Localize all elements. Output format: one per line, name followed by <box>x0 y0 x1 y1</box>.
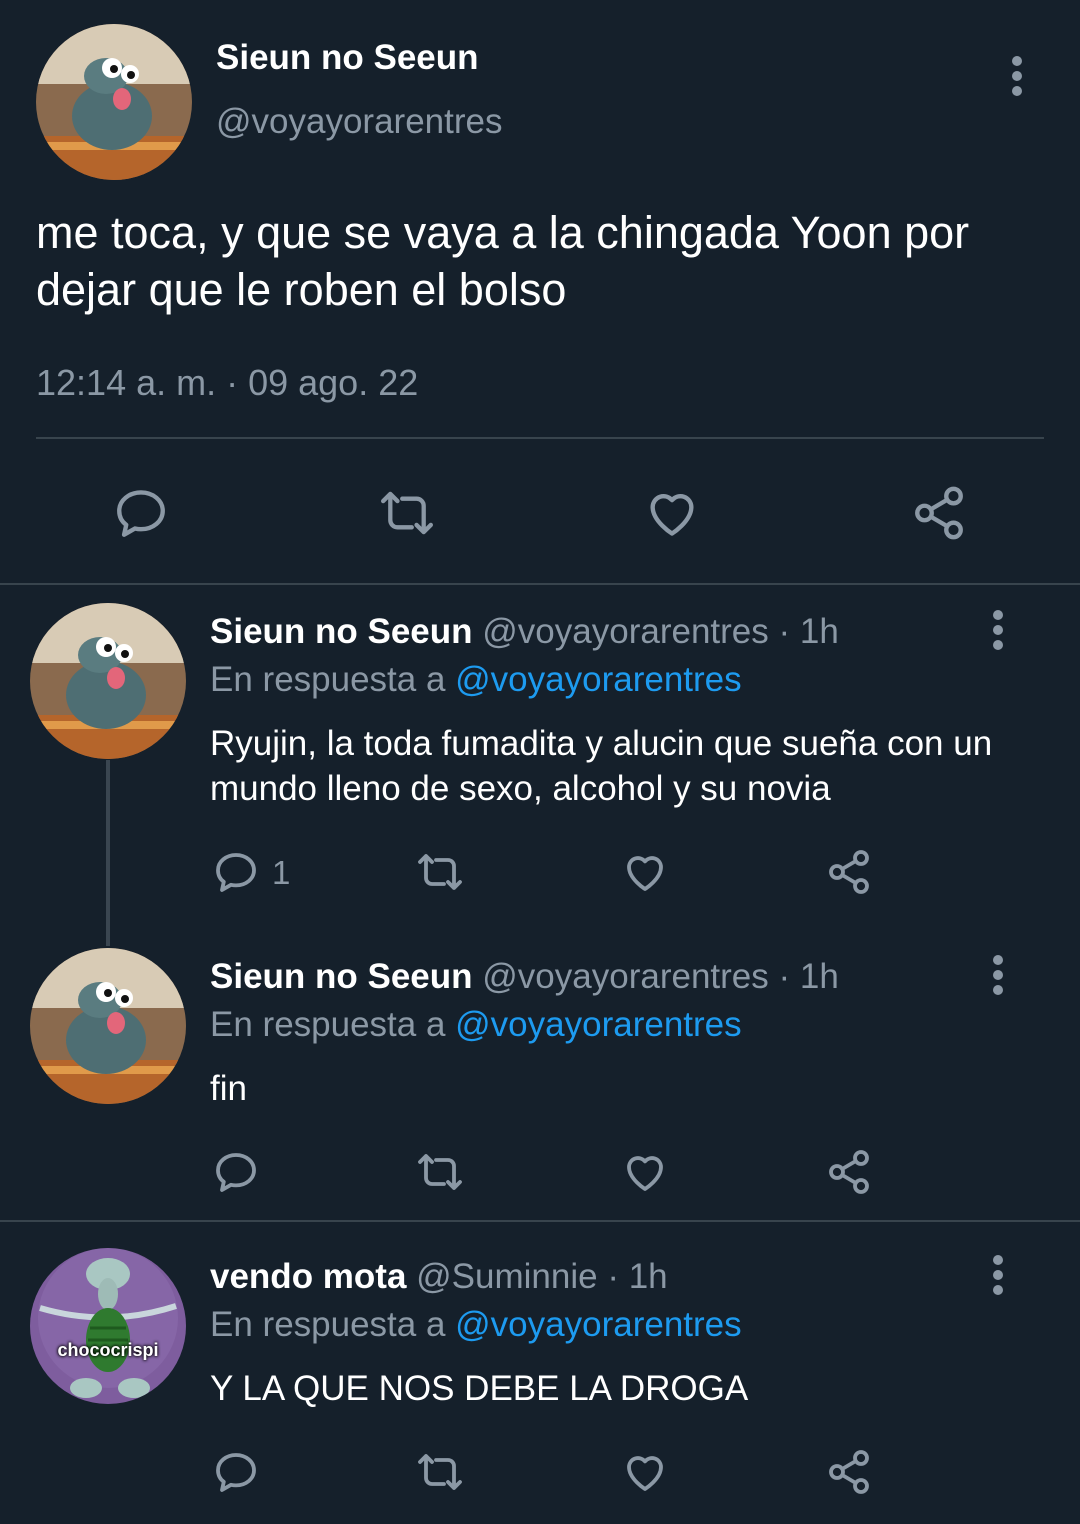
reply-author-handle[interactable]: @voyayorarentres <box>482 612 768 651</box>
like-icon[interactable] <box>621 1448 669 1496</box>
reply-context: En respuesta a @voyayorarentres <box>210 660 742 700</box>
share-icon[interactable] <box>910 484 968 542</box>
reply-author-name[interactable]: Sieun no Seeun <box>210 612 473 651</box>
reply-context-mention[interactable]: @voyayorarentres <box>455 660 741 699</box>
reply-icon[interactable] <box>212 1148 260 1196</box>
section-divider <box>0 583 1080 585</box>
share-icon[interactable] <box>825 1148 873 1196</box>
like-icon[interactable] <box>621 848 669 896</box>
reply-text: Ryujin, la toda fumadita y alucin que su… <box>210 724 993 808</box>
reply-context-prefix: En respuesta a <box>210 1005 456 1044</box>
share-icon[interactable] <box>825 1448 873 1496</box>
main-tweet-text: me toca, y que se vaya a la chingada Yoo… <box>36 207 970 315</box>
reply-text: fin <box>210 1069 247 1108</box>
retweet-icon[interactable] <box>376 484 438 542</box>
reply-icon[interactable] <box>212 1448 260 1496</box>
reply-time: · 1h <box>597 1257 668 1296</box>
section-divider <box>0 1220 1080 1222</box>
main-tweet-author-handle[interactable]: @voyayorarentres <box>216 102 502 142</box>
reply-time: · 1h <box>768 612 839 651</box>
main-tweet-author-name[interactable]: Sieun no Seeun <box>216 38 479 78</box>
retweet-icon[interactable] <box>414 848 466 896</box>
reply-author-name[interactable]: Sieun no Seeun <box>210 957 473 996</box>
more-options-icon[interactable] <box>988 1255 1008 1299</box>
thread-connector-line <box>106 760 110 946</box>
more-options-icon[interactable] <box>988 955 1008 999</box>
reply-context: En respuesta a @voyayorarentres <box>210 1305 742 1345</box>
reply-text: Y LA QUE NOS DEBE LA DROGA <box>210 1369 749 1408</box>
retweet-icon[interactable] <box>414 1148 466 1196</box>
share-icon[interactable] <box>825 848 873 896</box>
retweet-icon[interactable] <box>414 1448 466 1496</box>
reply-context-prefix: En respuesta a <box>210 1305 456 1344</box>
reply-author-name[interactable]: vendo mota <box>210 1257 406 1296</box>
main-tweet-timestamp: 12:14 a. m. · 09 ago. 22 <box>36 362 419 403</box>
more-options-icon[interactable] <box>988 610 1008 654</box>
reply-count: 1 <box>272 854 291 891</box>
reply-icon[interactable] <box>112 484 170 542</box>
main-tweet-avatar[interactable] <box>36 24 192 180</box>
reply-time: · 1h <box>768 957 839 996</box>
reply-avatar[interactable] <box>30 603 186 759</box>
reply-context: En respuesta a @voyayorarentres <box>210 1005 742 1045</box>
like-icon[interactable] <box>643 484 701 542</box>
reply-author-handle[interactable]: @Suminnie <box>416 1257 597 1296</box>
reply-header: Sieun no Seeun @voyayorarentres · 1h <box>210 612 839 652</box>
like-icon[interactable] <box>621 1148 669 1196</box>
reply-header: vendo mota @Suminnie · 1h <box>210 1257 668 1297</box>
reply-context-mention[interactable]: @voyayorarentres <box>455 1005 741 1044</box>
reply-header: Sieun no Seeun @voyayorarentres · 1h <box>210 957 839 997</box>
avatar-caption: chococrispi <box>57 1340 159 1360</box>
reply-avatar[interactable] <box>30 948 186 1104</box>
reply-avatar[interactable]: chococrispi <box>30 1248 186 1404</box>
reply-icon[interactable] <box>212 848 260 896</box>
more-options-icon[interactable] <box>1007 56 1027 100</box>
reply-author-handle[interactable]: @voyayorarentres <box>482 957 768 996</box>
reply-context-mention[interactable]: @voyayorarentres <box>455 1305 741 1344</box>
reply-context-prefix: En respuesta a <box>210 660 456 699</box>
divider <box>36 437 1044 439</box>
